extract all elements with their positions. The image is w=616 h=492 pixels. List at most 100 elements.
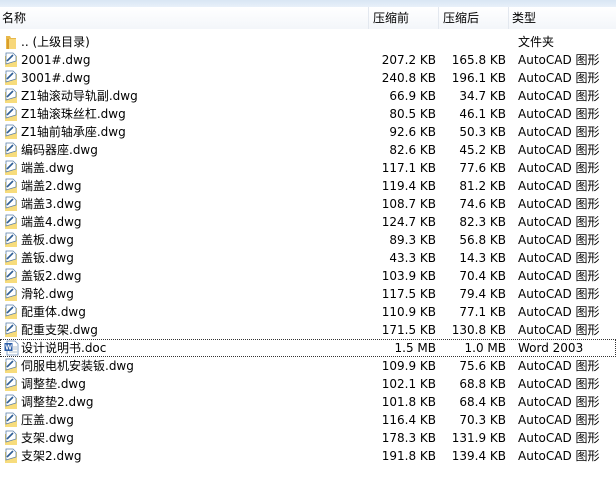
file-row[interactable]: 伺服电机安装钣.dwg 109.9 KB 75.6 KB AutoCAD 图形 xyxy=(0,357,616,375)
file-row[interactable]: 压盖.dwg 116.4 KB 70.3 KB AutoCAD 图形 xyxy=(0,411,616,429)
size-after: 196.1 KB xyxy=(451,71,506,85)
column-divider[interactable] xyxy=(508,7,509,29)
size-after: 75.6 KB xyxy=(459,359,506,373)
file-type: AutoCAD 图形 xyxy=(518,431,600,445)
size-after: 56.8 KB xyxy=(459,233,506,247)
dwg-file-icon xyxy=(4,250,19,266)
dwg-file-icon xyxy=(4,268,19,284)
file-name: 端盖3.dwg xyxy=(21,197,82,211)
file-row[interactable]: 支架2.dwg 191.8 KB 139.4 KB AutoCAD 图形 xyxy=(0,447,616,465)
file-type: AutoCAD 图形 xyxy=(518,413,600,427)
file-type: AutoCAD 图形 xyxy=(518,377,600,391)
file-row[interactable]: 端盖.dwg 117.1 KB 77.6 KB AutoCAD 图形 xyxy=(0,159,616,177)
file-row[interactable]: W 设计说明书.doc 1.5 MB 1.0 MB Word 2003 xyxy=(0,339,616,357)
file-name: Z1轴前轴承座.dwg xyxy=(21,125,126,139)
size-after: 130.8 KB xyxy=(451,323,506,337)
file-name: 支架2.dwg xyxy=(21,449,82,463)
file-row[interactable]: Z1轴前轴承座.dwg 92.6 KB 50.3 KB AutoCAD 图形 xyxy=(0,123,616,141)
file-type: AutoCAD 图形 xyxy=(518,323,600,337)
column-header-type[interactable]: 类型 xyxy=(510,7,536,29)
size-before: 101.8 KB xyxy=(381,395,436,409)
size-before: 92.6 KB xyxy=(389,125,436,139)
file-name: Z1轴滚动导轨副.dwg xyxy=(21,89,138,103)
size-before: 66.9 KB xyxy=(389,89,436,103)
dwg-file-icon xyxy=(4,304,19,320)
column-header-before[interactable]: 压缩前 xyxy=(371,7,409,29)
column-header-after[interactable]: 压缩后 xyxy=(441,7,479,29)
size-before: 108.7 KB xyxy=(381,197,436,211)
file-row[interactable]: 端盖2.dwg 119.4 KB 81.2 KB AutoCAD 图形 xyxy=(0,177,616,195)
file-row[interactable]: 配重体.dwg 110.9 KB 77.1 KB AutoCAD 图形 xyxy=(0,303,616,321)
column-divider[interactable] xyxy=(368,7,369,29)
size-before: 110.9 KB xyxy=(381,305,436,319)
size-before: 103.9 KB xyxy=(381,269,436,283)
size-after: 50.3 KB xyxy=(459,125,506,139)
size-before: 89.3 KB xyxy=(389,233,436,247)
file-type: AutoCAD 图形 xyxy=(518,89,600,103)
dwg-file-icon xyxy=(4,394,19,410)
file-row[interactable]: 2001#.dwg 207.2 KB 165.8 KB AutoCAD 图形 xyxy=(0,51,616,69)
column-header-name[interactable]: 名称 xyxy=(0,7,26,29)
file-name: 调整垫.dwg xyxy=(21,377,86,391)
toolbar-strip xyxy=(0,0,616,7)
file-name: .. (上级目录) xyxy=(21,35,90,49)
file-row[interactable]: 支架.dwg 178.3 KB 131.9 KB AutoCAD 图形 xyxy=(0,429,616,447)
size-before: 1.5 MB xyxy=(394,341,436,355)
size-before: 116.4 KB xyxy=(381,413,436,427)
dwg-file-icon xyxy=(4,88,19,104)
file-row[interactable]: 配重支架.dwg 171.5 KB 130.8 KB AutoCAD 图形 xyxy=(0,321,616,339)
file-row[interactable]: Z1轴滚珠丝杠.dwg 80.5 KB 46.1 KB AutoCAD 图形 xyxy=(0,105,616,123)
size-after: 131.9 KB xyxy=(451,431,506,445)
dwg-file-icon xyxy=(4,214,19,230)
file-name: 调整垫2.dwg xyxy=(21,395,94,409)
file-name: 端盖2.dwg xyxy=(21,179,82,193)
file-row[interactable]: 盖钣2.dwg 103.9 KB 70.4 KB AutoCAD 图形 xyxy=(0,267,616,285)
file-name: 2001#.dwg xyxy=(21,53,91,67)
file-name: 配重支架.dwg xyxy=(21,323,98,337)
file-name: 端盖4.dwg xyxy=(21,215,82,229)
file-row[interactable]: .. (上级目录) 文件夹 xyxy=(0,33,616,51)
dwg-file-icon xyxy=(4,70,19,86)
file-row[interactable]: 调整垫2.dwg 101.8 KB 68.4 KB AutoCAD 图形 xyxy=(0,393,616,411)
file-type: AutoCAD 图形 xyxy=(518,179,600,193)
size-after: 81.2 KB xyxy=(459,179,506,193)
file-type: AutoCAD 图形 xyxy=(518,125,600,139)
file-type: AutoCAD 图形 xyxy=(518,197,600,211)
file-row[interactable]: 盖板.dwg 89.3 KB 56.8 KB AutoCAD 图形 xyxy=(0,231,616,249)
dwg-file-icon xyxy=(4,178,19,194)
column-divider[interactable] xyxy=(438,7,439,29)
file-type: AutoCAD 图形 xyxy=(518,305,600,319)
size-before: 80.5 KB xyxy=(389,107,436,121)
file-row[interactable]: 调整垫.dwg 102.1 KB 68.8 KB AutoCAD 图形 xyxy=(0,375,616,393)
file-type: AutoCAD 图形 xyxy=(518,215,600,229)
file-type: AutoCAD 图形 xyxy=(518,143,600,157)
file-row[interactable]: Z1轴滚动导轨副.dwg 66.9 KB 34.7 KB AutoCAD 图形 xyxy=(0,87,616,105)
file-type: AutoCAD 图形 xyxy=(518,359,600,373)
size-after: 70.4 KB xyxy=(459,269,506,283)
file-name: 设计说明书.doc xyxy=(21,341,107,355)
file-name: 3001#.dwg xyxy=(21,71,91,85)
size-after: 74.6 KB xyxy=(459,197,506,211)
file-row[interactable]: 滑轮.dwg 117.5 KB 79.4 KB AutoCAD 图形 xyxy=(0,285,616,303)
dwg-file-icon xyxy=(4,376,19,392)
file-row[interactable]: 端盖4.dwg 124.7 KB 82.3 KB AutoCAD 图形 xyxy=(0,213,616,231)
size-after: 68.4 KB xyxy=(459,395,506,409)
file-type: AutoCAD 图形 xyxy=(518,233,600,247)
file-row[interactable]: 盖钣.dwg 43.3 KB 14.3 KB AutoCAD 图形 xyxy=(0,249,616,267)
file-name: 盖钣2.dwg xyxy=(21,269,82,283)
file-row[interactable]: 端盖3.dwg 108.7 KB 74.6 KB AutoCAD 图形 xyxy=(0,195,616,213)
size-after: 14.3 KB xyxy=(459,251,506,265)
size-after: 77.6 KB xyxy=(459,161,506,175)
dwg-file-icon xyxy=(4,106,19,122)
size-after: 68.8 KB xyxy=(459,377,506,391)
file-type: AutoCAD 图形 xyxy=(518,53,600,67)
size-before: 117.5 KB xyxy=(381,287,436,301)
file-type: AutoCAD 图形 xyxy=(518,71,600,85)
file-type: AutoCAD 图形 xyxy=(518,449,600,463)
file-name: 压盖.dwg xyxy=(21,413,74,427)
file-name: 伺服电机安装钣.dwg xyxy=(21,359,134,373)
file-name: 盖钣.dwg xyxy=(21,251,74,265)
size-before: 109.9 KB xyxy=(381,359,436,373)
file-row[interactable]: 编码器座.dwg 82.6 KB 45.2 KB AutoCAD 图形 xyxy=(0,141,616,159)
file-row[interactable]: 3001#.dwg 240.8 KB 196.1 KB AutoCAD 图形 xyxy=(0,69,616,87)
